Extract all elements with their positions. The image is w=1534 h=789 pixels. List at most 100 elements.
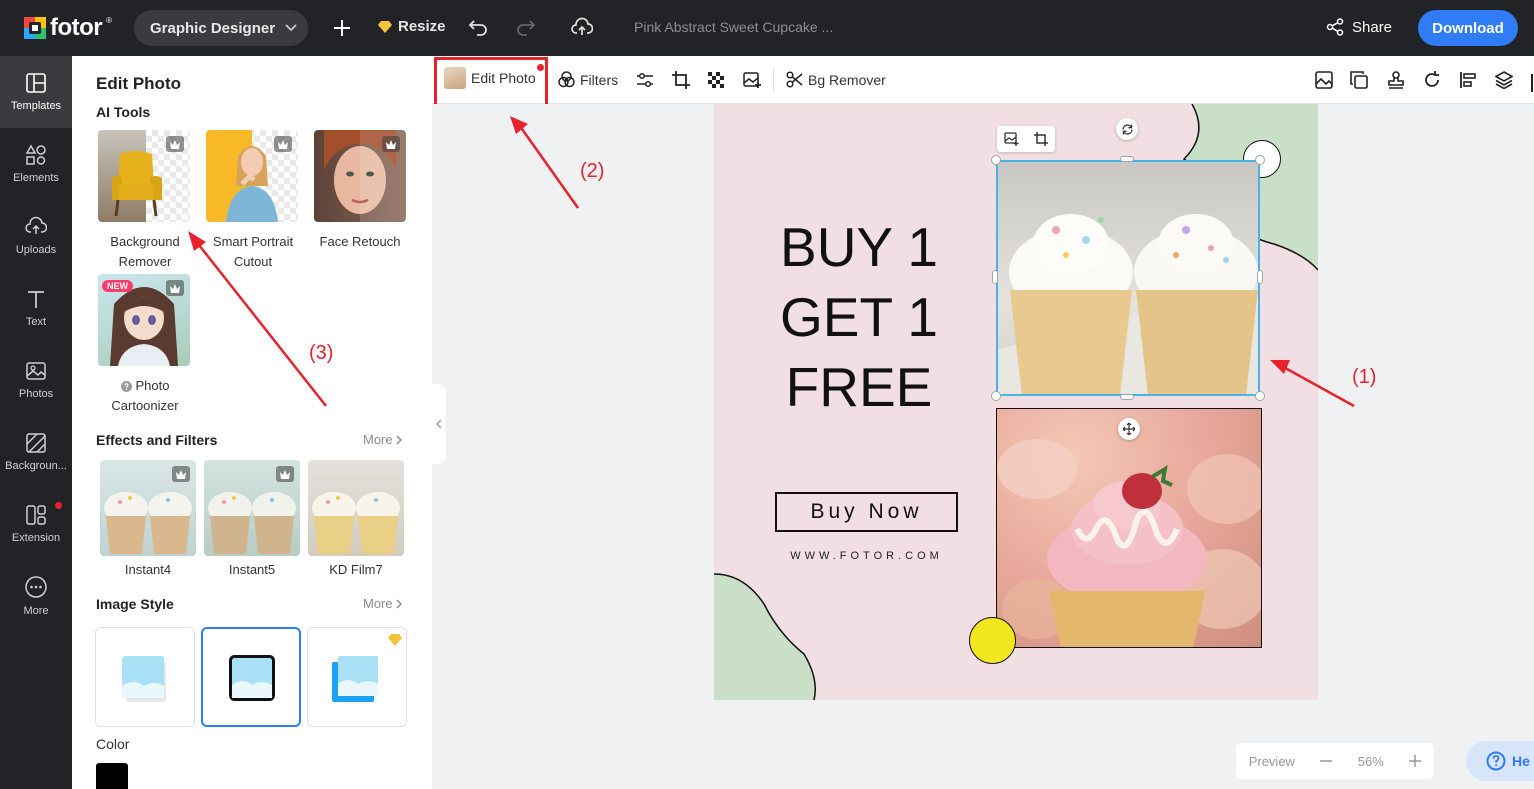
annotation-highlight-box (434, 57, 548, 109)
nav-templates[interactable]: Templates (0, 56, 72, 128)
image-style-more-link[interactable]: More (363, 596, 402, 611)
face-retouch-label: Face Retouch (300, 232, 420, 252)
nav-label: Elements (13, 172, 59, 184)
panel-title: Edit Photo (96, 74, 181, 93)
premium-badge (172, 466, 190, 482)
filter-kd-film7-thumbnail[interactable] (308, 460, 404, 556)
download-button[interactable]: Download (1418, 10, 1518, 46)
adjust-icon[interactable] (636, 71, 654, 89)
crop-icon[interactable] (672, 71, 690, 89)
crown-icon (278, 139, 288, 149)
filter-instant4-thumbnail[interactable] (100, 460, 196, 556)
extension-icon (26, 505, 46, 525)
replace-image-icon[interactable] (743, 71, 762, 89)
background-remover-thumbnail[interactable] (98, 130, 190, 222)
nav-label: Photos (18, 388, 54, 400)
mode-dropdown[interactable]: Graphic Designer (134, 10, 308, 46)
label-line-wrap: Photo (85, 376, 205, 396)
filter-instant5-label: Instant5 (228, 562, 276, 577)
style-shadow-icon (122, 656, 166, 702)
toolbar-divider (773, 68, 774, 92)
filters-button[interactable]: Filters (558, 71, 618, 88)
more-label: More (363, 432, 393, 447)
crown-icon (386, 139, 396, 149)
notification-dot (55, 502, 62, 509)
redo-icon[interactable] (516, 17, 536, 37)
new-badge: NEW (102, 280, 133, 292)
help-button[interactable]: He (1466, 741, 1534, 781)
fotor-logo[interactable]: fotor ® (24, 14, 112, 42)
mode-label: Graphic Designer (150, 19, 276, 37)
zoom-out-icon[interactable] (1320, 760, 1333, 762)
label-line: Smart Portrait (212, 234, 294, 249)
layers-icon[interactable] (1495, 71, 1513, 89)
crown-icon (176, 469, 186, 479)
help-label: He (1512, 753, 1530, 769)
align-icon[interactable] (1459, 71, 1477, 89)
annotation-arrows (510, 116, 1355, 408)
stamp-icon[interactable] (1387, 71, 1405, 89)
premium-diamond-icon (388, 634, 402, 646)
background-remover-label: Background Remover (85, 232, 205, 272)
face-retouch-thumbnail[interactable] (314, 130, 406, 222)
cupcake-image (312, 492, 400, 554)
document-title[interactable]: Pink Abstract Sweet Cupcake ... (634, 19, 833, 35)
resize-button[interactable]: Resize (378, 18, 446, 35)
help-circle-icon[interactable] (120, 380, 132, 392)
filter-instant5-thumbnail[interactable] (204, 460, 300, 556)
top-bar: fotor ® Graphic Designer Resize Pink Abs… (0, 0, 1534, 56)
transparency-icon[interactable] (708, 72, 724, 88)
effects-more-link[interactable]: More (363, 432, 402, 447)
share-button[interactable]: Share (1326, 18, 1392, 36)
diamond-icon (378, 20, 392, 33)
annotation-label-2: (2) (580, 160, 605, 182)
effects-heading: Effects and Filters (96, 432, 218, 448)
image-style-offset[interactable] (307, 627, 407, 727)
zoom-level: 56% (1357, 753, 1384, 769)
rotate-icon[interactable] (1423, 71, 1441, 89)
photo-cartoonizer-thumbnail[interactable]: NEW (98, 274, 190, 366)
nav-more[interactable]: More (0, 560, 72, 632)
resize-label: Resize (398, 18, 446, 35)
nav-elements[interactable]: Elements (0, 128, 72, 200)
nav-text[interactable]: Text (0, 272, 72, 344)
preview-button[interactable]: Preview (1249, 754, 1295, 769)
style-offset-icon (332, 656, 378, 702)
zoom-control: Preview 56% (1236, 743, 1434, 779)
color-heading: Color (96, 736, 130, 752)
image-icon[interactable] (1315, 71, 1333, 89)
nav-label: Uploads (15, 244, 57, 256)
toolbar-overflow-edge (1531, 74, 1533, 92)
cloud-upload-icon[interactable] (571, 16, 593, 38)
bg-remover-label: Bg Remover (808, 71, 886, 88)
duplicate-icon[interactable] (1350, 71, 1368, 89)
nav-photos[interactable]: Photos (0, 344, 72, 416)
image-style-shadow[interactable] (95, 627, 195, 727)
zoom-in-icon[interactable] (1409, 755, 1422, 767)
photo-cartoonizer-label: Photo Cartoonizer (85, 376, 205, 416)
image-style-outline[interactable] (201, 627, 301, 727)
color-swatch[interactable] (96, 763, 128, 789)
annotation-label-1: (1) (1352, 366, 1377, 388)
bg-remover-button[interactable]: Bg Remover (786, 71, 886, 88)
undo-icon[interactable] (468, 17, 488, 37)
nav-uploads[interactable]: Uploads (0, 200, 72, 272)
nav-background[interactable]: Backgroun... (0, 416, 72, 488)
premium-badge (166, 136, 184, 152)
nav-label: More (23, 605, 49, 617)
crown-icon (280, 469, 290, 479)
smart-portrait-cutout-thumbnail[interactable] (206, 130, 298, 222)
chevron-right-icon (396, 599, 402, 608)
registered-mark: ® (106, 16, 113, 25)
canvas-workspace: BUY 1 GET 1 FREE Buy Now WWW.FOTOR.COM (… (432, 104, 1534, 789)
filters-icon (558, 71, 575, 88)
more-label: More (363, 596, 393, 611)
premium-badge (276, 466, 294, 482)
nav-extension[interactable]: Extension (0, 488, 72, 560)
premium-badge (166, 280, 184, 296)
add-icon[interactable] (333, 19, 351, 37)
brand-name: fotor (50, 14, 103, 41)
edit-photo-panel: Edit Photo AI Tools Background Remover S… (72, 56, 432, 789)
premium-badge (382, 136, 400, 152)
crown-icon (170, 139, 180, 149)
